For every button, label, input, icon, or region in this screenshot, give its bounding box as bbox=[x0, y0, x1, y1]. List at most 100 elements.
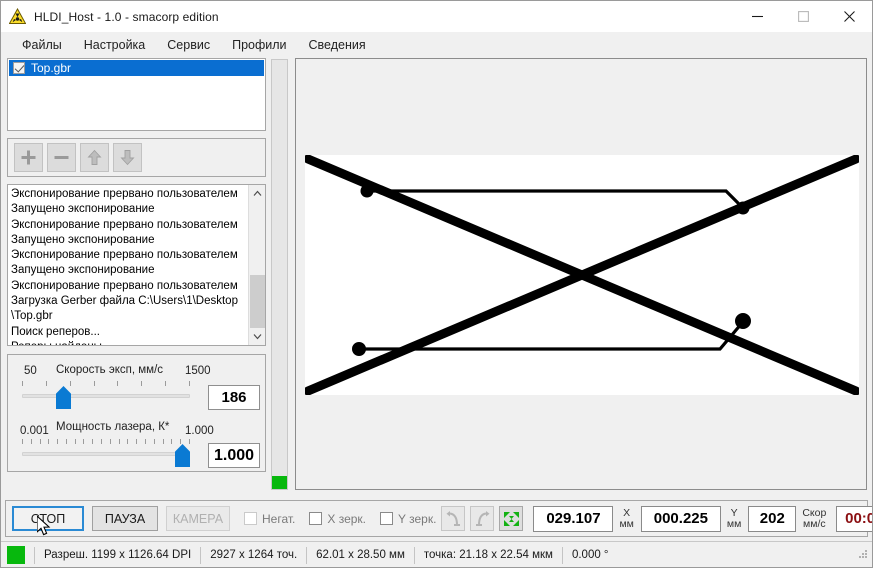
pcb-artwork bbox=[305, 155, 859, 395]
speed-slider-thumb[interactable] bbox=[56, 386, 71, 409]
log-line: Поиск реперов... bbox=[11, 325, 100, 338]
window-title: HLDI_Host - 1.0 - smacorp edition bbox=[34, 9, 219, 24]
divider bbox=[200, 546, 202, 564]
speed-unit-label: Скор мм/с bbox=[802, 506, 827, 530]
divider bbox=[561, 546, 563, 564]
status-pixels: 2927 x 1264 точ. bbox=[210, 549, 298, 561]
status-angle: 0.000 ° bbox=[571, 549, 609, 561]
x-unit-mm: мм bbox=[619, 517, 634, 530]
rotate-ccw-icon[interactable] bbox=[441, 506, 466, 531]
negative-checkbox-box[interactable] bbox=[244, 512, 257, 525]
parameters-panel: 50 Скорость эксп, мм/с 1500 186 0.001 Мо… bbox=[7, 354, 266, 472]
speed-title: Скорость эксп, мм/с bbox=[56, 364, 164, 376]
laser-hazard-icon bbox=[8, 7, 27, 25]
y-position-field[interactable]: 000.225 bbox=[640, 505, 721, 532]
file-list[interactable]: Top.gbr bbox=[7, 58, 266, 131]
application-window: HLDI_Host - 1.0 - smacorp edition Файлы … bbox=[0, 0, 873, 568]
log-scrollbar[interactable] bbox=[248, 185, 265, 345]
speed-label: Скор bbox=[802, 506, 827, 519]
scroll-down-icon[interactable] bbox=[249, 328, 265, 345]
list-item[interactable]: Top.gbr bbox=[9, 60, 264, 76]
power-slider-thumb[interactable] bbox=[175, 444, 190, 467]
speed-slider-ticks bbox=[22, 381, 190, 386]
title-bar: HLDI_Host - 1.0 - smacorp edition bbox=[1, 1, 872, 32]
mirror-y-checkbox[interactable]: Y зерк. bbox=[380, 512, 436, 526]
rotate-cw-icon[interactable] bbox=[470, 506, 495, 531]
divider bbox=[306, 546, 308, 564]
menu-item-profiles[interactable]: Профили bbox=[221, 35, 297, 55]
status-resolution: Разреш. 1199 x 1126.64 DPI bbox=[44, 549, 192, 561]
log-lines: Экспонирование прервано пользователем За… bbox=[8, 185, 248, 345]
speed-slider-track[interactable] bbox=[22, 394, 190, 398]
control-toolbar: СТОП ПАУЗА КАМЕРА Негат. X зерк. Y зерк. bbox=[5, 500, 872, 537]
y-unit-label: Y мм bbox=[726, 506, 742, 530]
resize-grip-icon[interactable] bbox=[857, 547, 868, 565]
file-checkbox[interactable] bbox=[13, 62, 25, 74]
speed-min-label: 50 bbox=[24, 365, 37, 377]
menu-item-settings[interactable]: Настройка bbox=[73, 35, 157, 55]
progress-fill bbox=[272, 476, 287, 489]
speed-value-field[interactable]: 186 bbox=[208, 385, 260, 410]
file-name-label: Top.gbr bbox=[31, 61, 72, 75]
mirror-y-checkbox-box[interactable] bbox=[380, 512, 394, 525]
log-panel[interactable]: Экспонирование прервано пользователем За… bbox=[7, 184, 266, 346]
mirror-x-checkbox-box[interactable] bbox=[309, 512, 323, 525]
speed-max-label: 1500 bbox=[185, 365, 211, 377]
log-line: Экспонирование прервано пользователем bbox=[11, 279, 238, 292]
menu-bar: Файлы Настройка Сервис Профили Сведения bbox=[1, 32, 872, 57]
minimize-button[interactable] bbox=[734, 1, 780, 32]
power-value-field[interactable]: 1.000 bbox=[208, 443, 260, 468]
y-unit-mm: мм bbox=[726, 517, 742, 530]
negative-checkbox[interactable]: Негат. bbox=[244, 512, 295, 526]
power-slider-ticks bbox=[22, 439, 190, 444]
add-file-button[interactable] bbox=[14, 143, 43, 172]
status-size-mm: 62.01 x 28.50 мм bbox=[316, 549, 405, 561]
close-button[interactable] bbox=[826, 1, 872, 32]
speed-readout-field[interactable]: 202 bbox=[748, 505, 797, 532]
x-position-field[interactable]: 029.107 bbox=[533, 505, 614, 532]
log-line: Реперы найдены bbox=[11, 340, 245, 345]
gerber-preview-canvas[interactable] bbox=[295, 58, 867, 490]
exposure-progress-bar bbox=[271, 59, 288, 490]
maximize-button[interactable] bbox=[780, 1, 826, 32]
log-line: Загрузка Gerber файла C:\Users\1\Desktop bbox=[11, 295, 238, 308]
menu-item-about[interactable]: Сведения bbox=[298, 35, 377, 55]
speed-unit-mms: мм/с bbox=[803, 517, 826, 530]
log-line: Запущено экспонирование bbox=[11, 203, 155, 216]
fit-to-window-icon[interactable] bbox=[499, 506, 524, 531]
file-list-toolbar bbox=[7, 138, 266, 177]
log-line: Экспонирование прервано пользователем bbox=[11, 249, 238, 262]
move-up-button[interactable] bbox=[80, 143, 109, 172]
log-line: Запущено экспонирование bbox=[11, 264, 155, 277]
elapsed-timer: 00:05 bbox=[836, 505, 872, 532]
mirror-x-checkbox-label: X зерк. bbox=[327, 511, 367, 526]
mirror-x-checkbox[interactable]: X зерк. bbox=[309, 512, 366, 526]
pause-button[interactable]: ПАУЗА bbox=[92, 506, 158, 531]
power-max-label: 1.000 bbox=[185, 425, 214, 437]
log-line: Экспонирование прервано пользователем bbox=[11, 218, 238, 231]
power-slider-track[interactable] bbox=[22, 452, 190, 456]
divider bbox=[413, 546, 415, 564]
stop-button[interactable]: СТОП bbox=[12, 506, 84, 531]
log-line: Экспонирование прервано пользователем bbox=[11, 188, 238, 200]
log-line: Запущено экспонирование bbox=[11, 233, 155, 246]
x-axis-label: X bbox=[623, 506, 631, 519]
camera-button[interactable]: КАМЕРА bbox=[166, 506, 230, 531]
y-axis-label: Y bbox=[730, 506, 738, 519]
menu-item-service[interactable]: Сервис bbox=[156, 35, 221, 55]
log-line: \Top.gbr bbox=[11, 310, 53, 323]
move-down-button[interactable] bbox=[113, 143, 142, 172]
mirror-y-checkbox-label: Y зерк. bbox=[398, 511, 437, 526]
status-led bbox=[7, 546, 25, 564]
menu-item-files[interactable]: Файлы bbox=[11, 35, 73, 55]
scroll-up-icon[interactable] bbox=[249, 185, 265, 202]
power-min-label: 0.001 bbox=[20, 425, 49, 437]
power-title: Мощность лазера, К* bbox=[56, 421, 170, 433]
status-bar: Разреш. 1199 x 1126.64 DPI 2927 x 1264 т… bbox=[1, 541, 872, 567]
negative-checkbox-label: Негат. bbox=[262, 511, 296, 526]
divider bbox=[34, 546, 35, 564]
remove-file-button[interactable] bbox=[47, 143, 76, 172]
left-panel: Top.gbr Экспонирование прервано пользова… bbox=[7, 58, 266, 472]
x-unit-label: X мм bbox=[619, 506, 634, 530]
scrollbar-thumb[interactable] bbox=[250, 275, 265, 328]
